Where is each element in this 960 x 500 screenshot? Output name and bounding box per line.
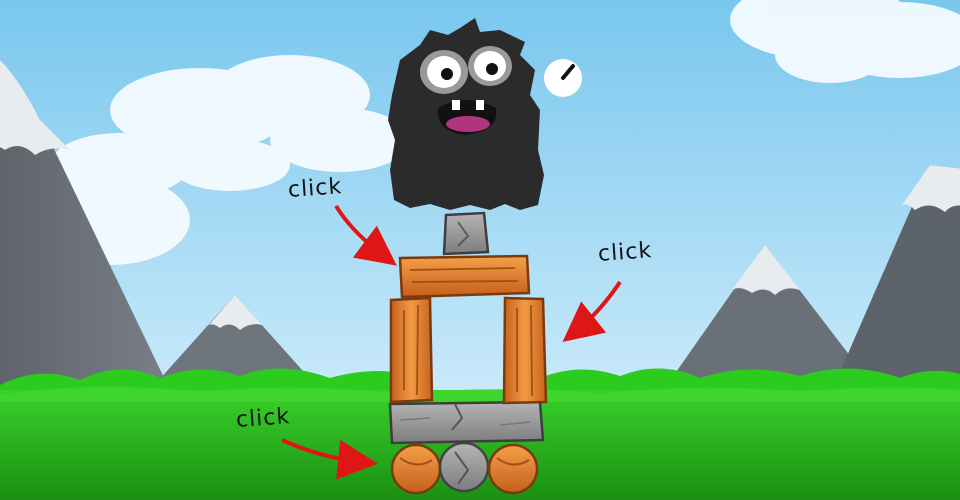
left-wooden-pillar[interactable] (389, 296, 434, 404)
small-stone-block[interactable] (442, 211, 490, 256)
right-wooden-ball[interactable] (487, 443, 539, 495)
stopwatch-icon (544, 59, 582, 97)
click-hint-right: click (597, 238, 653, 267)
click-hint-bottom: click (235, 404, 291, 433)
right-wooden-pillar[interactable] (502, 296, 548, 405)
middle-stone-ball[interactable] (438, 441, 490, 493)
game-scene (0, 0, 960, 500)
click-hint-top: click (287, 174, 343, 203)
left-wooden-ball[interactable] (390, 443, 442, 495)
stone-slab[interactable] (388, 400, 545, 445)
top-wooden-plank[interactable] (398, 254, 531, 299)
